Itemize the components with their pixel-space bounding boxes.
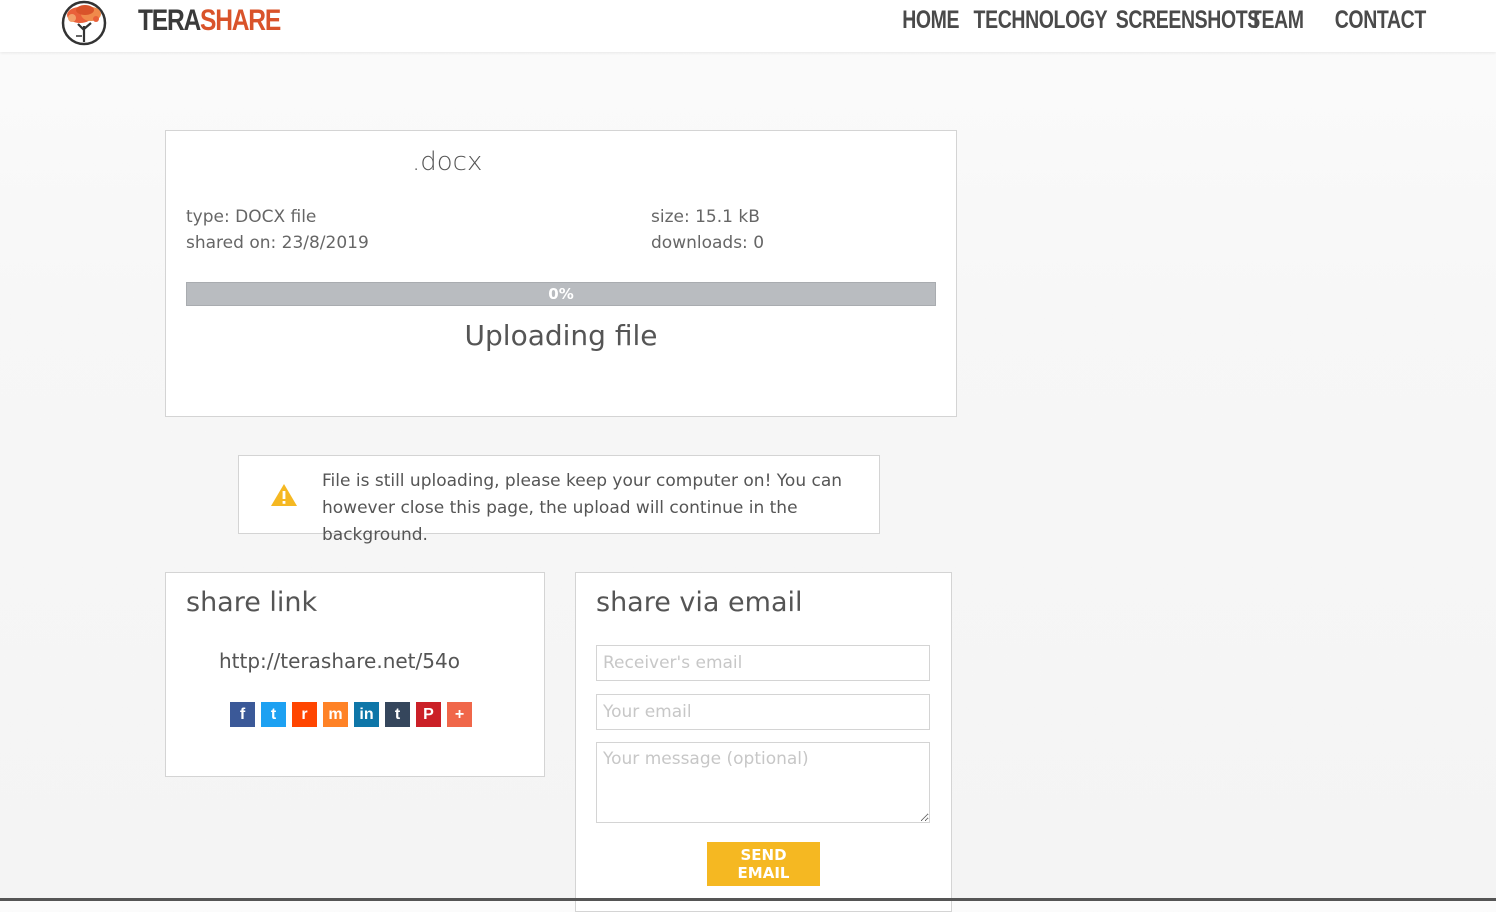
mix-icon[interactable]: m bbox=[323, 702, 348, 727]
reddit-icon[interactable]: r bbox=[292, 702, 317, 727]
nav-screenshots[interactable]: SCREENSHOTS bbox=[1116, 6, 1261, 35]
file-info-card: .docx type: DOCX file shared on: 23/8/20… bbox=[165, 130, 957, 417]
facebook-icon[interactable]: f bbox=[230, 702, 255, 727]
nav-contact[interactable]: CONTACT bbox=[1335, 6, 1427, 35]
nav-team[interactable]: TEAM bbox=[1250, 6, 1317, 35]
logo-link[interactable]: TERASHARE bbox=[58, 0, 281, 46]
file-name: .docx bbox=[412, 147, 483, 177]
share-email-title: share via email bbox=[596, 587, 803, 618]
logo-text-share: SHARE bbox=[200, 4, 281, 37]
more-share-icon[interactable]: + bbox=[447, 702, 472, 727]
send-email-button[interactable]: SEND EMAIL bbox=[707, 842, 820, 886]
tumblr-icon[interactable]: t bbox=[385, 702, 410, 727]
share-url[interactable]: http://terashare.net/54o bbox=[219, 649, 460, 673]
upload-progress-label: 0% bbox=[548, 285, 574, 303]
social-share-buttons: f t r m in t P + bbox=[230, 702, 478, 727]
logo-text-tera: TERA bbox=[138, 4, 201, 37]
message-textarea[interactable] bbox=[596, 742, 930, 823]
nav-technology[interactable]: TECHNOLOGY bbox=[974, 6, 1108, 35]
pinterest-icon[interactable]: P bbox=[416, 702, 441, 727]
logo-text: TERASHARE bbox=[138, 4, 281, 38]
logo-tree-icon bbox=[61, 0, 107, 46]
receiver-email-input[interactable] bbox=[596, 645, 930, 681]
twitter-icon[interactable]: t bbox=[261, 702, 286, 727]
share-email-card: share via email SEND EMAIL bbox=[575, 572, 952, 912]
share-link-card: share link http://terashare.net/54o ftrm… bbox=[165, 572, 545, 777]
main-nav: HOME TECHNOLOGY SCREENSHOTS TEAM CONTACT bbox=[897, 6, 1426, 35]
file-size: size: 15.1 kB bbox=[651, 207, 760, 227]
file-shared-on: shared on: 23/8/2019 bbox=[186, 233, 369, 253]
nav-home[interactable]: HOME bbox=[902, 6, 959, 35]
file-type: type: DOCX file bbox=[186, 207, 317, 227]
share-link-title: share link bbox=[186, 587, 318, 618]
file-downloads: downloads: 0 bbox=[651, 233, 765, 253]
linkedin-icon[interactable]: in bbox=[354, 702, 379, 727]
upload-warning: File is still uploading, please keep you… bbox=[238, 455, 880, 545]
file-meta-left: type: DOCX file shared on: 23/8/2019 bbox=[186, 204, 369, 256]
warning-text: File is still uploading, please keep you… bbox=[322, 471, 843, 545]
upload-progress-bar: 0% bbox=[186, 282, 936, 306]
site-header: TERASHARE HOME TECHNOLOGY SCREENSHOTS TE… bbox=[0, 0, 1496, 52]
file-meta-right: size: 15.1 kB downloads: 0 bbox=[651, 204, 764, 256]
your-email-input[interactable] bbox=[596, 694, 930, 730]
warning-triangle-icon bbox=[271, 484, 297, 506]
upload-status: Uploading file bbox=[464, 319, 658, 352]
